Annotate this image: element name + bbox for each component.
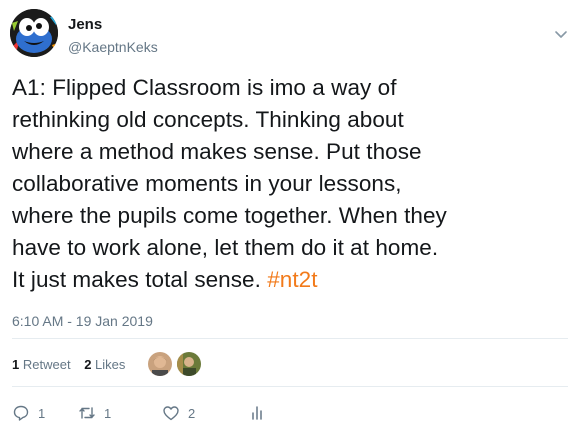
- tweet-text: A1: Flipped Classroom is imo a way of re…: [12, 72, 568, 296]
- reply-button[interactable]: 1: [12, 404, 78, 422]
- retweet-icon: [79, 407, 95, 419]
- retweet-button[interactable]: 1: [78, 404, 162, 422]
- reply-count: 1: [38, 405, 46, 421]
- divider: [12, 338, 568, 339]
- like-count: 2: [188, 405, 196, 421]
- liker-avatar[interactable]: [147, 351, 173, 377]
- avatar[interactable]: [10, 9, 58, 57]
- hashtag-link[interactable]: #nt2t: [267, 267, 317, 292]
- like-count: 2: [84, 357, 92, 372]
- retweet-label: Retweet: [22, 357, 71, 372]
- retweet-count: 1: [12, 357, 20, 372]
- heart-icon: [163, 406, 179, 421]
- analytics-icon: [252, 406, 262, 420]
- retweet-count: 1: [104, 405, 112, 421]
- chevron-down-icon[interactable]: [552, 26, 570, 44]
- tweet-body: A1: Flipped Classroom is imo a way of re…: [12, 75, 447, 292]
- reply-icon: [13, 405, 29, 421]
- action-bar: 1 1 2: [12, 402, 274, 424]
- liker-avatar[interactable]: [176, 351, 202, 377]
- author-name[interactable]: Jens: [68, 16, 102, 33]
- tweet-timestamp[interactable]: 6:10 AM - 19 Jan 2019: [12, 313, 153, 329]
- like-stat[interactable]: 2 Likes: [84, 357, 125, 372]
- engagement-stats: 1 Retweet 2 Likes: [12, 357, 135, 372]
- analytics-button[interactable]: [248, 404, 274, 422]
- like-button[interactable]: 2: [162, 404, 248, 422]
- retweet-stat[interactable]: 1 Retweet: [12, 357, 71, 372]
- like-label: Likes: [95, 357, 126, 372]
- author-handle[interactable]: @KaeptnKeks: [68, 39, 158, 55]
- divider: [12, 386, 568, 387]
